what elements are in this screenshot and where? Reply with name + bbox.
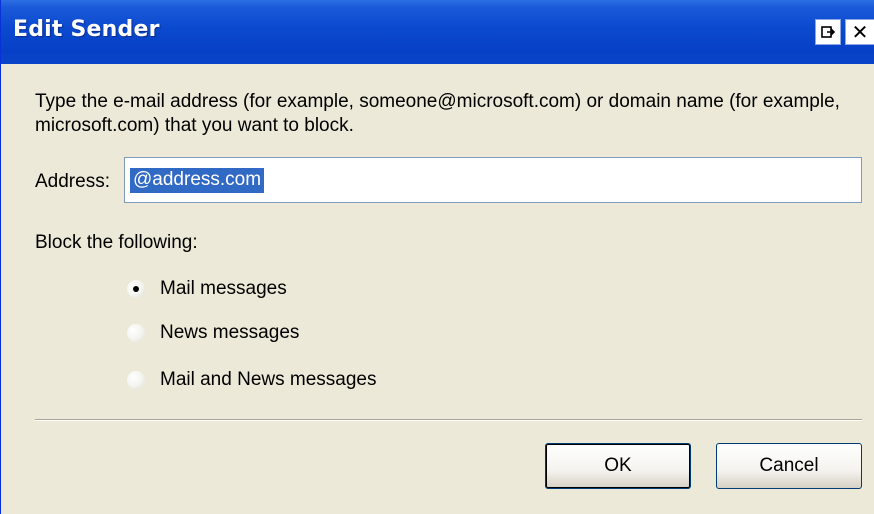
cancel-button[interactable]: Cancel	[716, 443, 862, 489]
window-title: Edit Sender	[13, 17, 160, 42]
radio-selected-dot	[133, 286, 139, 292]
address-value: @address.com	[130, 168, 265, 193]
edit-sender-dialog: Edit Sender ✕ Type the e-mail address (f…	[0, 0, 874, 514]
close-icon: ✕	[851, 20, 869, 44]
close-button[interactable]: ✕	[845, 19, 874, 45]
radio-button[interactable]	[126, 323, 146, 343]
separator	[35, 419, 862, 421]
dock-icon	[821, 26, 836, 38]
ok-button[interactable]: OK	[545, 443, 691, 489]
radio-mail-messages[interactable]: Mail messages	[126, 276, 287, 302]
instructions-text: Type the e-mail address (for example, so…	[35, 91, 840, 136]
address-label: Address:	[35, 171, 110, 192]
block-label: Block the following:	[35, 232, 198, 253]
radio-mail-and-news-messages[interactable]: Mail and News messages	[126, 367, 376, 393]
radio-news-messages[interactable]: News messages	[126, 320, 299, 346]
radio-label: Mail messages	[160, 278, 287, 299]
radio-label: Mail and News messages	[160, 369, 377, 390]
radio-button[interactable]	[126, 279, 146, 299]
radio-button[interactable]	[126, 370, 146, 390]
dock-button[interactable]	[815, 19, 841, 45]
radio-label: News messages	[160, 322, 300, 343]
title-bar[interactable]: Edit Sender ✕	[1, 0, 874, 64]
address-input[interactable]: @address.com	[124, 157, 862, 203]
